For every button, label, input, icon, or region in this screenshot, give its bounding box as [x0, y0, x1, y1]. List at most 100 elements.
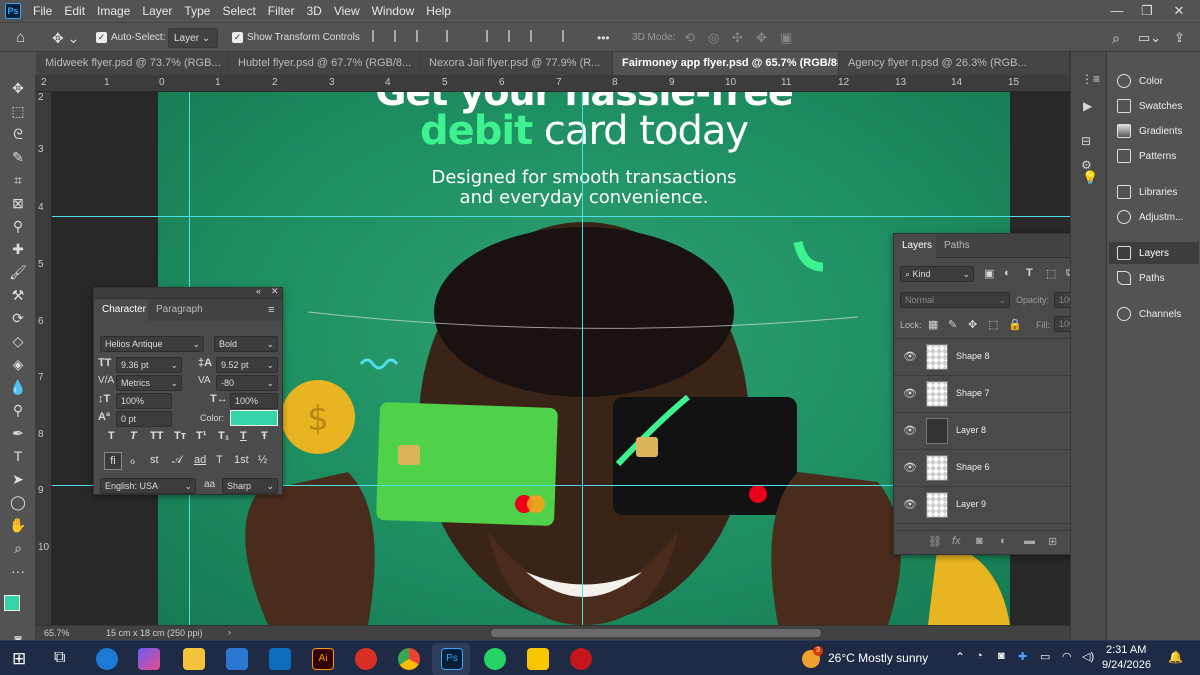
- hand-tool-icon[interactable]: ✋: [5, 514, 31, 536]
- character-panel-titlebar[interactable]: « ✕: [94, 286, 282, 299]
- align-right-icon[interactable]: [416, 28, 430, 48]
- adjustment-layer-icon[interactable]: ◐: [1000, 535, 1007, 547]
- zoom-level[interactable]: 65.7%: [44, 628, 70, 638]
- whatsapp-icon[interactable]: [484, 648, 506, 670]
- marquee-tool-icon[interactable]: ⬚: [5, 100, 31, 122]
- dodge-tool-icon[interactable]: ⚲: [5, 399, 31, 421]
- menu-select[interactable]: Select: [216, 0, 261, 22]
- sticky-notes-icon[interactable]: [527, 648, 549, 670]
- history-brush-tool-icon[interactable]: ⟳: [5, 307, 31, 329]
- brush-tool-icon[interactable]: 🖌: [5, 261, 31, 283]
- frame-tool-icon[interactable]: ⊠: [5, 192, 31, 214]
- tab-character[interactable]: Character: [94, 299, 148, 321]
- lock-artboard-icon[interactable]: ⬚: [988, 318, 998, 331]
- swash-button[interactable]: 𝒜: [172, 454, 182, 467]
- tray-expand-icon[interactable]: ⌃: [955, 650, 965, 664]
- 3d-slide-icon[interactable]: ✥: [756, 28, 767, 48]
- foreground-color-swatch[interactable]: [4, 595, 20, 611]
- clock-date[interactable]: 9/24/2026: [1102, 659, 1151, 671]
- superscript-button[interactable]: T¹: [196, 430, 206, 442]
- filter-shape-icon[interactable]: ⬚: [1046, 267, 1056, 280]
- more-options-icon[interactable]: •••: [597, 28, 610, 48]
- collapse-icon[interactable]: «: [256, 286, 261, 296]
- weather-text[interactable]: 26°C Mostly sunny: [828, 651, 928, 665]
- vertical-scale-field[interactable]: 100%: [116, 393, 172, 409]
- lock-all-icon[interactable]: 🔒: [1008, 318, 1022, 331]
- layer-name[interactable]: Shape 7: [956, 388, 990, 398]
- blend-mode-dropdown[interactable]: Normal ⌄: [900, 292, 1010, 308]
- menu-window[interactable]: Window: [366, 0, 421, 22]
- tab-layers[interactable]: Layers: [894, 234, 936, 258]
- share-icon[interactable]: ⇪: [1174, 28, 1185, 48]
- actions-play-icon[interactable]: ▶: [1083, 99, 1092, 113]
- distribute-icon[interactable]: [446, 28, 460, 48]
- dock-item-gradients[interactable]: Gradients: [1139, 121, 1182, 143]
- menu-image[interactable]: Image: [91, 0, 136, 22]
- windows-start-icon[interactable]: ⊞: [12, 649, 26, 669]
- add-mask-icon[interactable]: ◙: [976, 535, 983, 547]
- horizontal-scale-field[interactable]: 100%: [230, 393, 278, 409]
- auto-select-target-dropdown[interactable]: Layer ⌄: [168, 28, 218, 48]
- 3d-orbit-icon[interactable]: ⟲: [684, 28, 695, 48]
- dock-item-color[interactable]: Color: [1139, 71, 1163, 93]
- tab-midweek-flyer[interactable]: Midweek flyer.psd @ 73.7% (RGB...: [36, 52, 229, 75]
- menu-layer[interactable]: Layer: [136, 0, 178, 22]
- dock-item-adjustments[interactable]: Adjustm...: [1139, 207, 1183, 229]
- tray-app-icon[interactable]: ◔: [976, 650, 983, 662]
- shape-tool-icon[interactable]: ◯: [5, 491, 31, 513]
- opera-icon[interactable]: [570, 648, 592, 670]
- lasso-tool-icon[interactable]: ᘓ: [5, 123, 31, 145]
- menu-type[interactable]: Type: [178, 0, 216, 22]
- tray-app-icon[interactable]: ✚: [1018, 650, 1027, 663]
- menu-file[interactable]: File: [27, 0, 58, 22]
- language-dropdown[interactable]: English: USA ⌄: [100, 478, 196, 494]
- layer-row-shape-7[interactable]: 👁 Shape 7: [894, 376, 1099, 413]
- menu-filter[interactable]: Filter: [262, 0, 301, 22]
- kerning-dropdown[interactable]: Metrics ⌄: [116, 375, 182, 391]
- path-select-tool-icon[interactable]: ➤: [5, 468, 31, 490]
- lock-transparent-icon[interactable]: ▦: [928, 318, 938, 331]
- filter-kind-dropdown[interactable]: ⌕ Kind ⌄: [900, 266, 974, 282]
- 3d-scale-icon[interactable]: ▣: [780, 28, 792, 48]
- panel-menu-icon[interactable]: ≡: [268, 299, 274, 321]
- ordinals-button[interactable]: 1st: [234, 454, 249, 466]
- layer-row-shape-6[interactable]: 👁 Shape 6: [894, 450, 1099, 487]
- menu-edit[interactable]: Edit: [58, 0, 91, 22]
- workspace-icon[interactable]: ▭⌄: [1138, 28, 1161, 48]
- close-icon[interactable]: ✕: [271, 286, 279, 297]
- crop-tool-icon[interactable]: ⌗: [5, 169, 31, 191]
- new-layer-icon[interactable]: ⊞: [1048, 535, 1057, 548]
- fractions-button[interactable]: ½: [258, 454, 267, 466]
- show-transform-checkbox[interactable]: ✓ Show Transform Controls: [232, 28, 360, 48]
- link-layers-icon[interactable]: ⛓: [928, 535, 942, 548]
- ligatures-button[interactable]: fi: [104, 452, 122, 470]
- text-color-swatch[interactable]: [230, 410, 278, 426]
- eraser-tool-icon[interactable]: ◇: [5, 330, 31, 352]
- eye-icon[interactable]: 👁: [903, 350, 917, 363]
- subscript-button[interactable]: T₁: [218, 430, 229, 442]
- leading-field[interactable]: 9.52 pt ⌄: [216, 357, 278, 373]
- home-icon[interactable]: ⌂: [16, 28, 25, 48]
- photoshop-app-icon[interactable]: Ps: [5, 3, 21, 19]
- more-tools-icon[interactable]: ···: [5, 560, 31, 582]
- blur-tool-icon[interactable]: 💧: [5, 376, 31, 398]
- dock-item-paths[interactable]: Paths: [1139, 268, 1165, 290]
- font-style-dropdown[interactable]: Bold ⌄: [214, 336, 278, 352]
- align-top-icon[interactable]: [486, 28, 500, 48]
- lock-image-icon[interactable]: ✎: [948, 318, 957, 331]
- outlook-icon[interactable]: [269, 648, 291, 670]
- layer-name[interactable]: Layer 9: [956, 499, 986, 509]
- close-icon[interactable]: ✕: [1164, 0, 1194, 22]
- dock-item-layers[interactable]: Layers: [1139, 243, 1169, 265]
- copilot-icon[interactable]: [138, 648, 160, 670]
- faux-italic-button[interactable]: T: [130, 430, 137, 442]
- dock-item-channels[interactable]: Channels: [1139, 304, 1181, 326]
- status-arrow-icon[interactable]: ›: [228, 627, 231, 637]
- eyedropper-tool-icon[interactable]: ⚲: [5, 215, 31, 237]
- align-left-icon[interactable]: [372, 28, 386, 48]
- discretionary-ligatures-button[interactable]: st: [150, 454, 159, 466]
- titling-alternates-button[interactable]: T: [216, 454, 223, 466]
- dock-item-swatches[interactable]: Swatches: [1139, 96, 1182, 118]
- edge-browser-icon[interactable]: [96, 648, 118, 670]
- dock-item-patterns[interactable]: Patterns: [1139, 146, 1176, 168]
